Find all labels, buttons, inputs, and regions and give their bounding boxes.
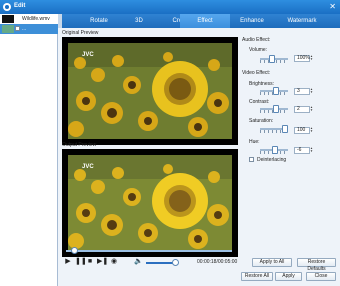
file-item[interactable]: Wildlife.wmv (0, 14, 58, 24)
hue-input[interactable]: -6 (294, 147, 310, 154)
stop-icon[interactable]: ■ (86, 258, 94, 266)
tab-enhance[interactable]: Enhance (230, 14, 274, 28)
brightness-label: Brightness: (249, 81, 275, 87)
contrast-slider[interactable] (260, 105, 288, 113)
speaker-icon[interactable]: 🔈 (134, 258, 143, 266)
timecode: 00:00:18/00:05:00 (197, 259, 238, 265)
original-preview-label: Original Preview (62, 30, 99, 36)
slider-handle[interactable] (272, 146, 278, 154)
slider-handle[interactable] (269, 55, 275, 63)
volume-handle[interactable] (172, 259, 179, 266)
tab-watermark[interactable]: Watermark (274, 14, 330, 28)
play-icon[interactable]: ▶ (64, 258, 72, 266)
volume-label: Volume: (249, 47, 268, 53)
tab-effect[interactable]: Effect (180, 14, 230, 28)
progress-handle[interactable] (71, 247, 78, 254)
app-icon (3, 3, 11, 11)
saturation-label: Saturation: (249, 118, 274, 124)
slider-handle[interactable] (273, 105, 279, 113)
contrast-label: Contrast: (249, 99, 270, 105)
file-thumbnail (2, 25, 14, 33)
brightness-slider[interactable] (260, 87, 288, 95)
output-preview-label: Output Preview (62, 142, 97, 148)
hue-slider[interactable] (260, 146, 288, 154)
file-thumbnail (2, 15, 14, 23)
tab-rotate[interactable]: Rotate (76, 14, 122, 28)
spinner-arrows-icon[interactable]: ▲ ▼ (310, 55, 313, 62)
apply-button[interactable]: Apply (275, 272, 302, 281)
file-list: Wildlife.wmv ... (0, 14, 58, 286)
title-bar: Edit ✕ (0, 0, 340, 14)
brightness-input[interactable]: 3 (294, 88, 310, 95)
spinner-arrows-icon[interactable]: ▲ ▼ (310, 147, 313, 154)
file-name: ... (22, 26, 27, 32)
video-image: JVC (68, 43, 232, 139)
watermark-text: JVC (82, 164, 94, 170)
snapshot-icon[interactable]: ◉ (110, 258, 118, 266)
restore-defaults-button[interactable]: Restore Defaults (297, 258, 336, 272)
watermark-text: JVC (82, 52, 94, 58)
restore-all-button[interactable]: Restore All (241, 272, 273, 281)
spinner-arrows-icon[interactable]: ▲ ▼ (310, 106, 313, 113)
output-preview: JVC (62, 149, 238, 257)
progress-bar[interactable] (66, 250, 232, 252)
window-title: Edit (14, 3, 26, 9)
pause-icon[interactable]: ❚❚ (75, 258, 87, 266)
saturation-slider[interactable] (260, 125, 288, 133)
video-image: JVC (68, 155, 232, 251)
file-checkbox[interactable] (15, 26, 20, 31)
spinner-arrows-icon[interactable]: ▲ ▼ (310, 127, 313, 134)
contrast-input[interactable]: 2 (294, 106, 310, 113)
next-frame-icon[interactable]: ▶❚ (97, 258, 108, 266)
close-icon[interactable]: ✕ (329, 2, 336, 11)
hue-label: Hue: (249, 139, 260, 145)
file-item-selected[interactable]: ... (0, 24, 58, 34)
apply-to-all-button[interactable]: Apply to All (252, 258, 292, 267)
spinner-arrows-icon[interactable]: ▲ ▼ (310, 88, 313, 95)
audio-volume-input[interactable]: 100% (294, 55, 310, 62)
tab-bar: Rotate 3D Crop Effect Enhance Watermark (62, 14, 340, 28)
audio-volume-slider[interactable] (260, 55, 288, 63)
slider-handle[interactable] (273, 87, 279, 95)
tab-3d[interactable]: 3D (122, 14, 156, 28)
slider-handle[interactable] (282, 125, 288, 133)
audio-effect-heading: Audio Effect: (242, 37, 271, 43)
video-effect-heading: Video Effect: (242, 70, 271, 76)
deinterlacing-label: Deinterlacing (257, 157, 287, 163)
file-name: Wildlife.wmv (22, 16, 50, 22)
saturation-input[interactable]: 100 (294, 127, 310, 134)
deinterlacing-checkbox[interactable] (249, 157, 254, 162)
original-preview: JVC (62, 37, 238, 145)
close-button[interactable]: Close (306, 272, 336, 281)
